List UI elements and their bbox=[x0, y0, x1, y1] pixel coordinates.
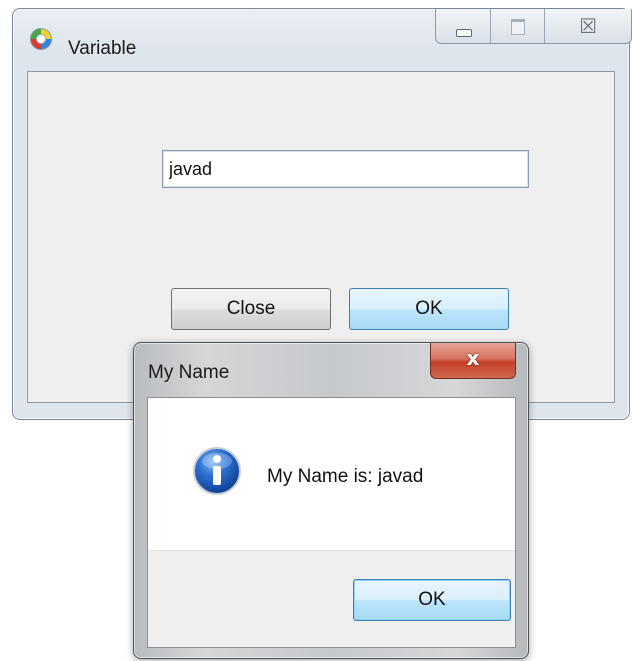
info-icon bbox=[193, 447, 241, 495]
close-icon: ☒ bbox=[579, 14, 598, 38]
message-ok-button[interactable]: OK bbox=[353, 579, 511, 621]
message-box-content: My Name is: javad OK bbox=[147, 397, 516, 648]
screen: Variable ☒ Close OK My Name x bbox=[0, 0, 633, 661]
message-box: My Name x My Name is: javad OK bbox=[133, 342, 529, 659]
minimize-icon[interactable] bbox=[436, 9, 491, 43]
app-disc-icon bbox=[30, 28, 52, 50]
message-text: My Name is: javad bbox=[267, 466, 424, 487]
message-box-title: My Name bbox=[148, 362, 230, 383]
window-title: Variable bbox=[68, 38, 137, 59]
message-box-close-button[interactable]: x bbox=[430, 343, 516, 379]
window-close-button[interactable]: ☒ bbox=[545, 9, 631, 43]
caption-buttons: ☒ bbox=[435, 9, 632, 44]
name-input[interactable] bbox=[162, 150, 529, 188]
ok-button[interactable]: OK bbox=[349, 288, 509, 330]
close-button[interactable]: Close bbox=[171, 288, 331, 330]
maximize-icon[interactable] bbox=[491, 9, 546, 43]
close-icon: x bbox=[466, 346, 480, 370]
